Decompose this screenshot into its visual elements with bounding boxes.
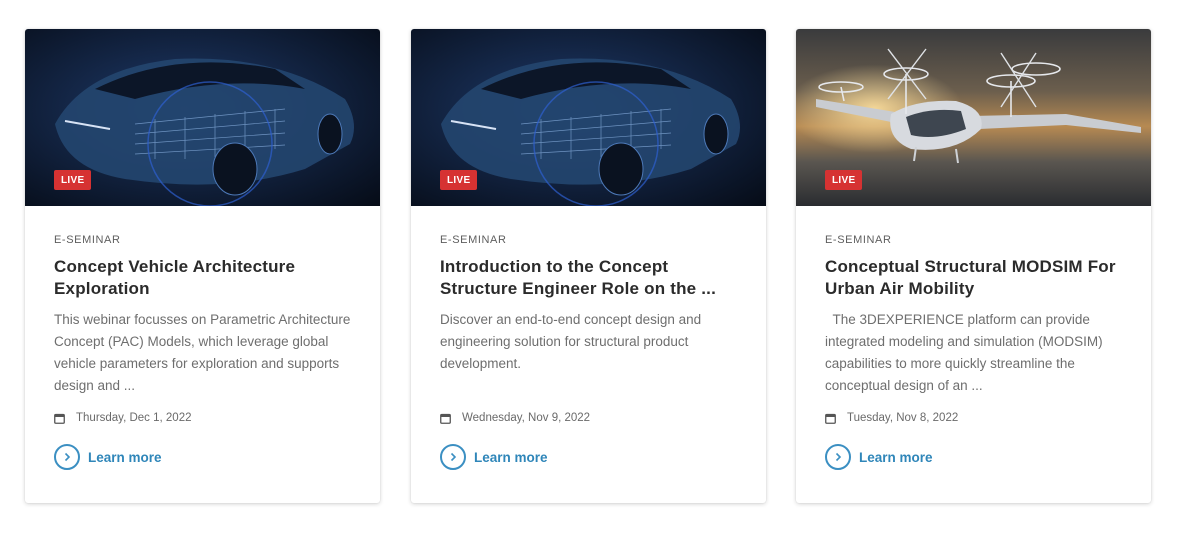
card-title[interactable]: Concept Vehicle Architecture Exploration — [54, 256, 351, 300]
calendar-icon — [440, 413, 451, 424]
live-badge: LIVE — [54, 170, 92, 190]
card-image-car[interactable]: LIVE — [25, 29, 380, 206]
card-title[interactable]: Conceptual Structural MODSIM For Urban A… — [825, 256, 1122, 300]
learn-more-link[interactable]: Learn more — [825, 444, 965, 470]
card-date: Thursday, Dec 1, 2022 — [54, 410, 351, 426]
calendar-icon — [54, 413, 65, 424]
live-badge: LIVE — [825, 170, 863, 190]
live-badge: LIVE — [440, 170, 478, 190]
chevron-right-circle-icon[interactable] — [54, 444, 80, 470]
webinar-card[interactable]: LIVE E-SEMINAR Introduction to the Conce… — [411, 29, 766, 503]
card-image-air-taxi[interactable]: LIVE — [796, 29, 1151, 206]
card-date: Tuesday, Nov 8, 2022 — [825, 410, 1122, 426]
card-image-car[interactable]: LIVE — [411, 29, 766, 206]
chevron-right-circle-icon[interactable] — [825, 444, 851, 470]
card-title[interactable]: Introduction to the Concept Structure En… — [440, 256, 737, 300]
webinar-card[interactable]: LIVE E-SEMINAR Concept Vehicle Architect… — [25, 29, 380, 503]
card-date: Wednesday, Nov 9, 2022 — [440, 410, 737, 426]
calendar-icon — [825, 413, 836, 424]
card-date-text: Wednesday, Nov 9, 2022 — [462, 412, 591, 424]
card-category: E-SEMINAR — [54, 234, 121, 246]
card-date-text: Thursday, Dec 1, 2022 — [76, 412, 192, 424]
webinar-card[interactable]: LIVE E-SEMINAR Conceptual Structural MOD… — [796, 29, 1151, 503]
learn-more-label[interactable]: Learn more — [88, 450, 162, 465]
card-description: The 3DEXPERIENCE platform can provide in… — [825, 312, 1107, 393]
card-date-text: Tuesday, Nov 8, 2022 — [847, 412, 959, 424]
learn-more-link[interactable]: Learn more — [440, 444, 580, 470]
learn-more-label[interactable]: Learn more — [859, 450, 933, 465]
learn-more-label[interactable]: Learn more — [474, 450, 548, 465]
card-description: Discover an end-to-end concept design an… — [440, 312, 705, 371]
learn-more-link[interactable]: Learn more — [54, 444, 194, 470]
card-category: E-SEMINAR — [825, 234, 892, 246]
card-category: E-SEMINAR — [440, 234, 507, 246]
card-description: This webinar focusses on Parametric Arch… — [54, 312, 351, 393]
chevron-right-circle-icon[interactable] — [440, 444, 466, 470]
